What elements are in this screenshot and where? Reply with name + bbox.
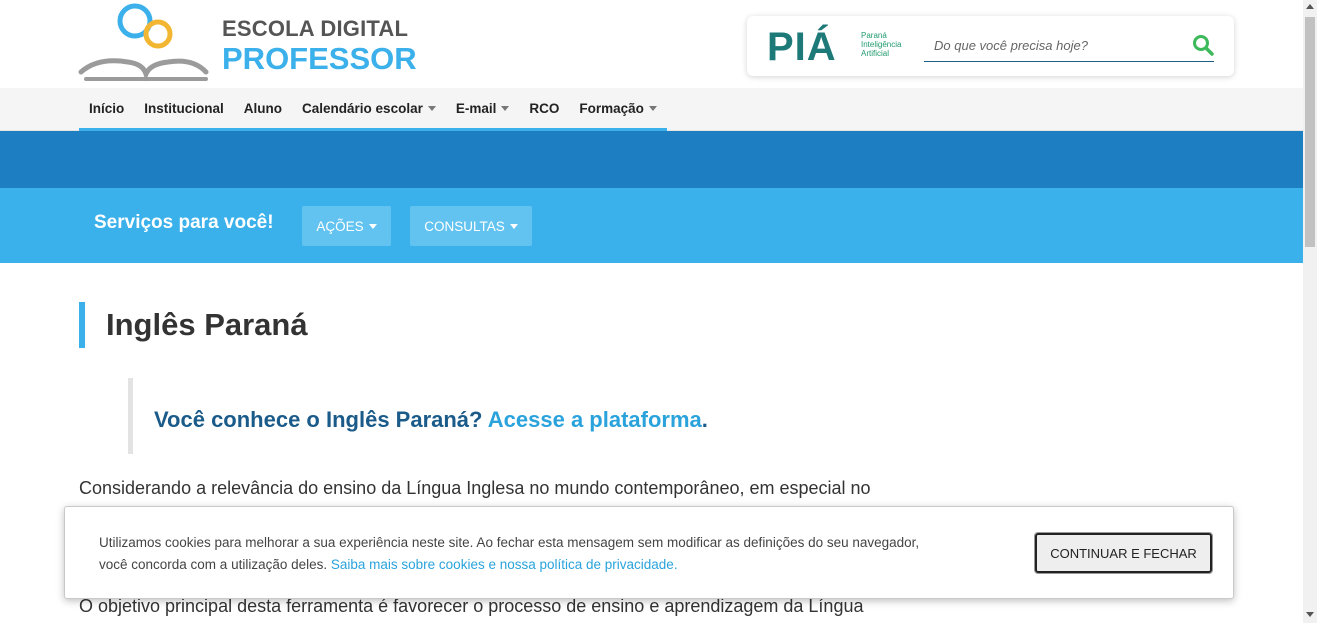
pia-sub-line: Paraná	[861, 31, 887, 40]
nav-item-inicio[interactable]: Início	[79, 88, 134, 128]
quote-question: Você conhece o Inglês Paraná?	[154, 407, 488, 432]
nav-item-label: E-mail	[455, 100, 497, 116]
pia-logo-word: PIÁ	[767, 25, 837, 69]
search-icon[interactable]	[1191, 33, 1215, 57]
consultas-dropdown-button[interactable]: CONSULTAS	[410, 206, 532, 246]
caret-down-icon	[501, 105, 510, 111]
continue-and-close-button[interactable]: CONTINUAR E FECHAR	[1034, 532, 1213, 574]
scroll-down-arrow-icon[interactable]	[1306, 612, 1314, 617]
nav-item-label: RCO	[529, 100, 560, 116]
escola-digital-logo[interactable]: ESCOLA DIGITAL PROFESSOR	[78, 2, 418, 82]
nav-item-label: Início	[89, 100, 125, 116]
cookie-text-line1: Utilizamos cookies para melhorar a sua e…	[99, 535, 920, 550]
nav-item-label: Formação	[579, 100, 644, 116]
nav-item-label: Aluno	[243, 100, 283, 116]
quote-period: .	[701, 407, 708, 432]
paragraph: Considerando a relevância do ensino da L…	[79, 478, 871, 498]
acoes-label: AÇÕES	[316, 218, 364, 234]
caret-down-icon	[427, 105, 436, 111]
blockquote: Você conhece o Inglês Paraná? Acesse a p…	[128, 378, 1028, 454]
services-title: Serviços para você!	[94, 212, 274, 233]
caret-down-icon	[509, 223, 518, 229]
acesse-plataforma-link[interactable]: Acesse a plataforma	[488, 407, 702, 432]
logo-line-escola-digital: ESCOLA DIGITAL	[222, 16, 409, 41]
hero-band	[0, 131, 1303, 188]
caret-down-icon	[648, 105, 657, 111]
nav-item-calendario-escolar[interactable]: Calendário escolar	[292, 88, 446, 128]
page-scrollbar[interactable]	[1303, 0, 1317, 623]
pia-logo-subtitle: Paraná Inteligência Artificial	[861, 31, 921, 58]
nav-item-label: Institucional	[144, 100, 224, 116]
nav-item-aluno[interactable]: Aluno	[234, 88, 292, 128]
nav-list: Início Institucional Aluno Calendário es…	[79, 88, 667, 131]
paragraph: O objetivo principal desta ferramenta é …	[79, 596, 864, 616]
scroll-up-arrow-icon[interactable]	[1306, 4, 1314, 9]
logo-line-professor: PROFESSOR	[222, 41, 417, 76]
nav-item-institucional[interactable]: Institucional	[134, 88, 234, 128]
consultas-label: CONSULTAS	[424, 218, 505, 234]
cookie-policy-link[interactable]: Saiba mais sobre cookies e nossa polític…	[331, 557, 678, 572]
pia-logo[interactable]: PIÁ Paraná Inteligência Artificial	[767, 24, 917, 69]
pia-sub-line: Artificial	[861, 49, 890, 58]
page-title: Inglês Paraná	[106, 307, 308, 342]
cookie-message: Utilizamos cookies para melhorar a sua e…	[99, 532, 1019, 576]
page-title-wrapper: Inglês Paraná	[79, 302, 308, 348]
quote-text: Você conhece o Inglês Paraná? Acesse a p…	[154, 407, 708, 433]
services-bar: Serviços para você! AÇÕES CONSULTAS	[0, 188, 1303, 263]
nav-item-label: Calendário escolar	[302, 100, 423, 116]
nav-item-rco[interactable]: RCO	[519, 88, 569, 128]
cookie-banner: Utilizamos cookies para melhorar a sua e…	[64, 506, 1234, 599]
main-nav: Início Institucional Aluno Calendário es…	[0, 88, 1303, 131]
site-header: ESCOLA DIGITAL PROFESSOR PIÁ Paraná Inte…	[0, 0, 1303, 88]
search-card: PIÁ Paraná Inteligência Artificial	[747, 16, 1234, 76]
caret-down-icon	[368, 223, 377, 229]
nav-item-formacao[interactable]: Formação	[569, 88, 667, 128]
acoes-dropdown-button[interactable]: AÇÕES	[302, 206, 391, 246]
pia-sub-line: Inteligência	[861, 40, 902, 49]
scroll-thumb[interactable]	[1305, 17, 1315, 247]
cookie-text-line2: você concorda com a utilização deles.	[99, 557, 331, 572]
open-book-rings-logo-icon	[78, 3, 209, 82]
nav-item-email[interactable]: E-mail	[446, 88, 520, 128]
search-input[interactable]	[924, 30, 1214, 62]
